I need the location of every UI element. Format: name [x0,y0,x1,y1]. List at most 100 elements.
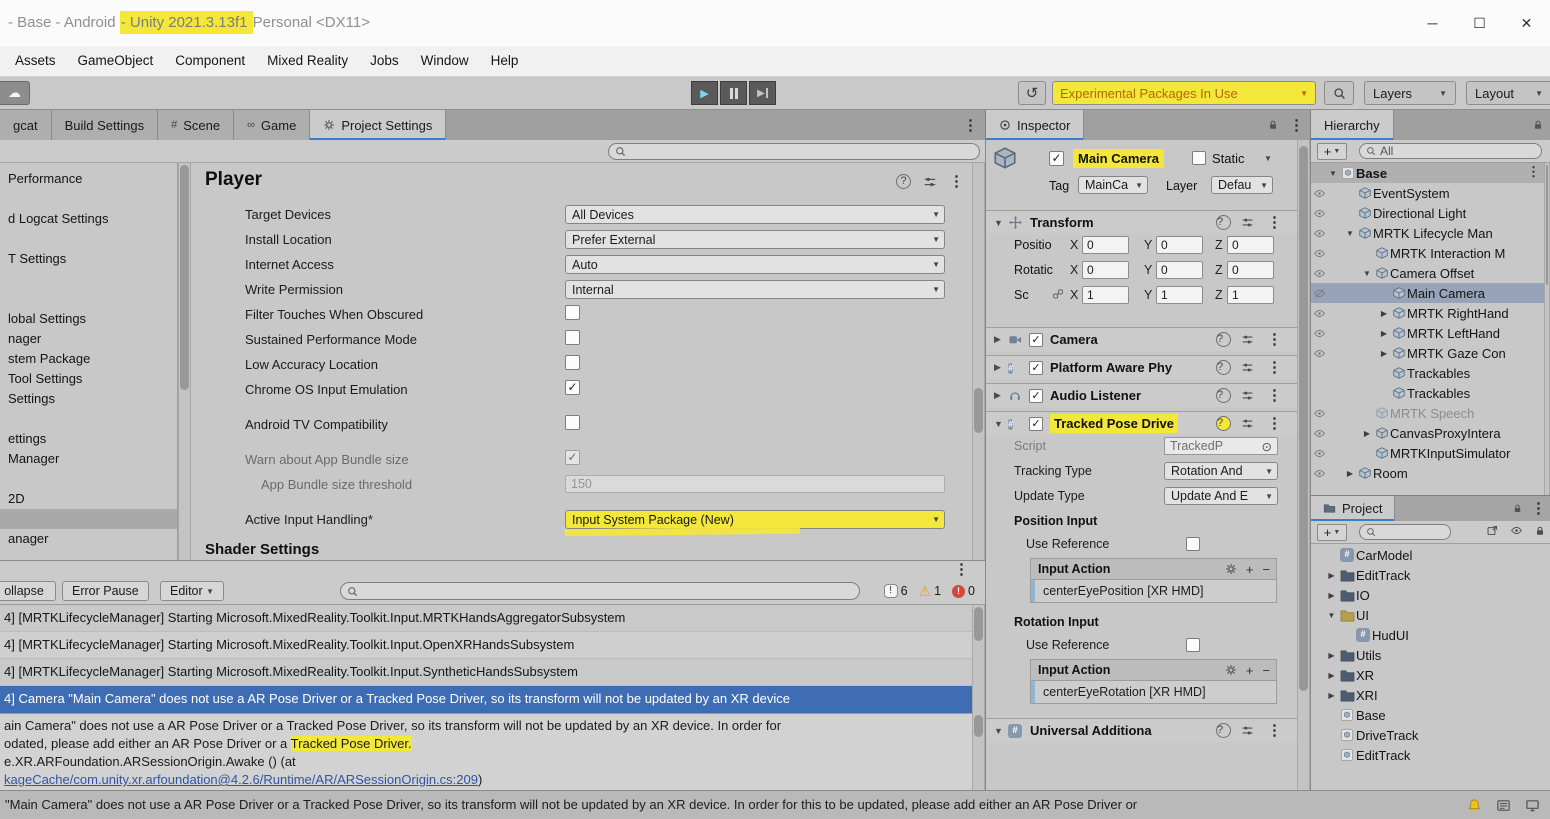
transform-component-header[interactable]: ▼ Transform ? ⋮ [986,210,1297,234]
tab-hierarchy[interactable]: Hierarchy [1311,110,1394,140]
status-bar[interactable]: "Main Camera" does not use a AR Pose Dri… [0,790,1550,819]
component-header-audio-listener[interactable]: ▶ ✓ Audio Listener ? ⋮ [986,383,1297,407]
hierarchy-item-trackables[interactable]: Trackables [1311,363,1544,383]
preset-icon[interactable] [1241,724,1254,737]
foldout-closed-icon[interactable]: ▶ [994,390,1001,401]
notification-bell-icon[interactable] [1467,798,1482,813]
project-item-hudui[interactable]: # HudUI [1311,625,1544,645]
project-settings-search-input[interactable] [608,143,980,160]
add-icon[interactable]: + [1246,664,1254,677]
tab-project-settings[interactable]: Project Settings [310,110,447,140]
open-asset-icon[interactable] [1486,524,1499,537]
project-item-xr[interactable]: ▶ XR [1311,665,1544,685]
lock-icon[interactable] [1532,119,1544,131]
gear-icon[interactable] [1225,664,1237,676]
install-location-dropdown[interactable]: Prefer External ▼ [565,230,945,249]
hierarchy-item-mrtkinputsimulator[interactable]: MRTKInputSimulator [1311,443,1544,463]
x-field[interactable]: 0 [1082,261,1129,279]
low-accuracy-location-checkbox[interactable] [565,355,580,370]
foldout-open-icon[interactable]: ▼ [994,218,1003,228]
sidebar-item-anager[interactable]: anager [0,529,177,549]
menu-gameobject[interactable]: GameObject [67,46,165,76]
hierarchy-item-mrtk-speech[interactable]: MRTK Speech [1311,403,1544,423]
eye-icon[interactable] [1311,267,1327,280]
collapse-button[interactable]: ollapse [0,581,56,601]
preset-icon[interactable] [1241,417,1254,430]
layers-dropdown[interactable]: Layers ▼ [1364,81,1456,105]
kebab-menu-icon[interactable]: ⋮ [1527,165,1540,178]
device-monitor-icon[interactable] [1525,798,1540,813]
foldout-closed-icon[interactable]: ▶ [1325,571,1338,580]
menu-jobs[interactable]: Jobs [359,46,410,76]
kebab-menu-icon[interactable]: ⋮ [1267,215,1282,230]
foldout-open-icon[interactable]: ▼ [994,726,1003,736]
cloud-services-button[interactable]: ☁ [0,81,30,105]
eye-icon[interactable] [1311,467,1327,480]
menu-assets[interactable]: Assets [4,46,67,76]
eye-icon[interactable] [1311,207,1327,220]
project-item-carmodel[interactable]: # CarModel [1311,545,1544,565]
foldout-open-icon[interactable]: ▼ [1361,269,1373,278]
layout-dropdown[interactable]: Layout ▼ [1466,81,1550,105]
hierarchy-item-directional-light[interactable]: Directional Light [1311,203,1544,223]
foldout-closed-icon[interactable]: ▶ [1378,329,1390,338]
error-count-toggle[interactable]: ! 0 [952,584,975,598]
help-icon[interactable]: ? [1216,416,1231,431]
foldout-closed-icon[interactable]: ▶ [994,362,1001,373]
status-message[interactable]: "Main Camera" does not use a AR Pose Dri… [5,791,1137,818]
android-tv-compatibility-checkbox[interactable] [565,415,580,430]
tab-scene[interactable]: # Scene [158,110,235,140]
universal-additional-component-header[interactable]: ▼ # Universal Additiona ? ⋮ [986,718,1297,742]
y-field[interactable]: 1 [1156,286,1203,304]
input-action-binding[interactable]: centerEyeRotation [XR HMD] [1030,681,1277,704]
foldout-closed-icon[interactable]: ▶ [1325,691,1338,700]
eye-icon[interactable] [1311,327,1327,340]
project-item-edittrack[interactable]: EditTrack [1311,745,1544,765]
sidebar-scrollbar[interactable] [178,163,191,560]
console-log-entry[interactable]: 4] [MRTKLifecycleManager] Starting Micro… [0,605,972,632]
eye-icon[interactable] [1510,524,1523,537]
project-item-io[interactable]: ▶ IO [1311,585,1544,605]
z-field[interactable]: 0 [1227,236,1274,254]
foldout-open-icon[interactable]: ▼ [1325,611,1338,620]
lock-icon[interactable] [1512,503,1523,514]
help-icon[interactable]: ? [1216,215,1231,230]
inspector-scrollbar[interactable] [1297,140,1310,790]
enabled-checkbox[interactable]: ✓ [1049,151,1064,166]
preset-icon[interactable] [923,175,937,189]
sustained-performance-mode-checkbox[interactable] [565,330,580,345]
use-reference-checkbox[interactable] [1186,638,1200,652]
hierarchy-scrollbar[interactable] [1544,163,1550,495]
eye-icon[interactable] [1311,427,1327,440]
foldout-closed-icon[interactable]: ▶ [1325,651,1338,660]
console-log-icon[interactable] [1496,798,1511,813]
kebab-menu-icon[interactable]: ⋮ [1289,118,1304,133]
eye-off-icon[interactable] [1311,287,1327,300]
x-field[interactable]: 0 [1082,236,1129,254]
project-search-input[interactable] [1359,524,1451,540]
foldout-closed-icon[interactable]: ▶ [1378,349,1390,358]
maximize-button[interactable]: ☐ [1456,0,1503,46]
warn-about-app-bundle-size-checkbox[interactable]: ✓ [565,450,580,465]
filter-touches-when-obscured-checkbox[interactable] [565,305,580,320]
sidebar-item-2d[interactable]: 2D [0,489,177,509]
tag-dropdown[interactable]: MainCa ▼ [1078,176,1148,194]
tab-build-settings[interactable]: Build Settings [51,110,159,140]
close-button[interactable]: ✕ [1503,0,1550,46]
gameobject-name[interactable]: Main Camera [1073,149,1164,168]
pause-button[interactable] [720,81,747,105]
experimental-packages-dropdown[interactable]: Experimental Packages In Use ▼ [1052,81,1316,105]
eye-icon[interactable] [1311,407,1327,420]
help-icon[interactable]: ? [1216,360,1231,375]
eye-icon[interactable] [1311,307,1327,320]
enabled-checkbox[interactable]: ✓ [1029,360,1043,375]
project-item-edittrack[interactable]: ▶ EditTrack [1311,565,1544,585]
kebab-menu-icon[interactable]: ⋮ [1267,723,1282,738]
help-icon[interactable]: ? [1216,332,1231,347]
foldout-closed-icon[interactable]: ▶ [1325,671,1338,680]
help-icon[interactable]: ? [1216,388,1231,403]
remove-icon[interactable]: − [1262,563,1270,576]
internet-access-dropdown[interactable]: Auto ▼ [565,255,945,274]
sidebar-item-settings[interactable]: Settings [0,389,177,409]
menu-mixed-reality[interactable]: Mixed Reality [256,46,359,76]
